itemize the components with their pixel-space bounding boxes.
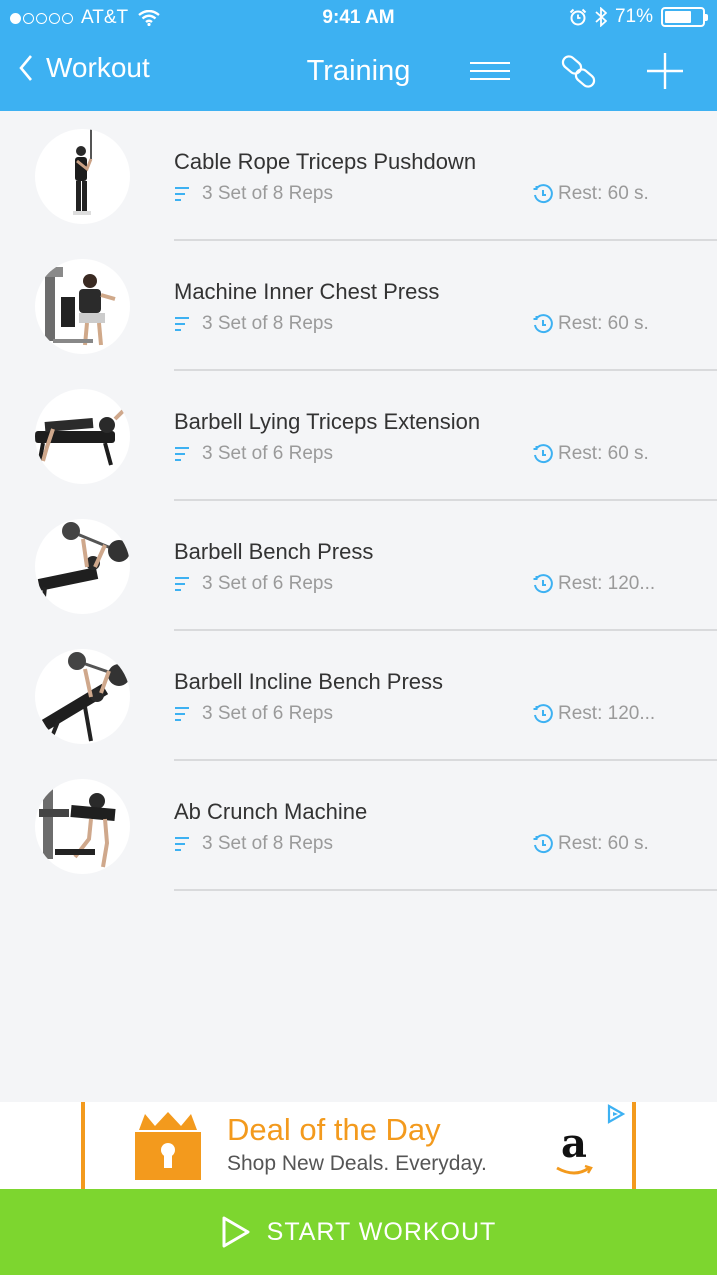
link-icon[interactable] [560,54,598,95]
list-item[interactable]: Cable Rope Triceps Pushdown 3 Set of 8 R… [0,111,717,241]
exercise-thumbnail [35,389,130,484]
battery-percent: 71% [614,6,653,27]
rest-label: Rest: 60 s. [558,833,649,854]
rest-label: Rest: 60 s. [558,313,649,334]
exercise-name: Barbell Bench Press [174,539,374,564]
exercise-name: Machine Inner Chest Press [174,279,440,304]
sets-list-icon [175,837,189,851]
exercise-thumbnail [35,649,130,744]
deal-box-icon [135,1112,201,1180]
start-workout-button[interactable]: START WORKOUT [0,1189,717,1275]
list-item[interactable]: Machine Inner Chest Press 3 Set of 8 Rep… [0,241,717,371]
sets-list-icon [175,187,189,201]
exercise-name: Barbell Incline Bench Press [174,669,444,694]
rest-label: Rest: 120... [558,703,656,724]
rest-label: Rest: 60 s. [558,183,649,204]
exercise-list: Cable Rope Triceps Pushdown 3 Set of 8 R… [0,111,717,891]
page-title: Training [0,55,717,88]
sets-info: 3 Set of 6 Reps [174,443,333,465]
amazon-smile-icon [556,1164,593,1175]
exercise-name: Cable Rope Triceps Pushdown [174,149,477,174]
ad-banner[interactable]: Deal of the Day Shop New Deals. Everyday… [81,1102,636,1189]
sets-label: 3 Set of 8 Reps [202,833,333,854]
rest-timer-icon [533,444,553,464]
list-item[interactable]: Barbell Incline Bench Press 3 Set of 6 R… [0,631,717,761]
sets-info: 3 Set of 8 Reps [174,833,333,855]
nav-header: AT&T 9:41 AM 71% Workout Training [0,0,717,111]
rest-timer-icon [533,574,553,594]
list-item[interactable]: Ab Crunch Machine 3 Set of 8 Reps Rest: … [0,761,717,891]
rest-info: Rest: 60 s. [532,443,649,465]
plus-icon[interactable] [646,52,684,95]
sets-label: 3 Set of 6 Reps [202,443,333,464]
exercise-thumbnail [35,519,130,614]
list-item[interactable]: Barbell Bench Press 3 Set of 6 Reps Rest… [0,501,717,631]
sets-label: 3 Set of 8 Reps [202,313,333,334]
rest-info: Rest: 60 s. [532,313,649,335]
adchoices-icon[interactable] [606,1104,626,1124]
rest-label: Rest: 120... [558,573,656,594]
list-icon[interactable] [470,60,510,87]
rest-timer-icon [533,184,553,204]
sets-label: 3 Set of 6 Reps [202,573,333,594]
sets-list-icon [175,317,189,331]
rest-label: Rest: 60 s. [558,443,649,464]
sets-label: 3 Set of 6 Reps [202,703,333,724]
ad-banner-area: Deal of the Day Shop New Deals. Everyday… [0,1102,717,1189]
sets-list-icon [175,447,189,461]
amazon-logo-letter: a [561,1120,587,1167]
page-title-text: Training [306,55,411,87]
exercise-thumbnail [35,129,130,224]
battery-level [665,11,691,23]
rest-info: Rest: 120... [532,573,655,595]
start-workout-label: START WORKOUT [266,1217,497,1246]
rest-info: Rest: 60 s. [532,833,649,855]
rest-timer-icon [533,704,553,724]
alarm-icon [569,8,587,26]
ad-title: Deal of the Day [227,1112,441,1147]
sets-info: 3 Set of 6 Reps [174,703,333,725]
exercise-name: Barbell Lying Triceps Extension [174,409,481,434]
battery-icon [661,7,708,27]
sets-info: 3 Set of 8 Reps [174,313,333,335]
rest-info: Rest: 120... [532,703,655,725]
sets-info: 3 Set of 8 Reps [174,183,333,205]
bluetooth-icon [595,7,607,27]
sets-list-icon [175,707,189,721]
rest-info: Rest: 60 s. [532,183,649,205]
list-item[interactable]: Barbell Lying Triceps Extension 3 Set of… [0,371,717,501]
exercise-thumbnail [35,259,130,354]
rest-timer-icon [533,314,553,334]
play-icon [222,1216,250,1248]
status-bar: AT&T 9:41 AM 71% [0,0,717,36]
sets-info: 3 Set of 6 Reps [174,573,333,595]
exercise-thumbnail [35,779,130,874]
sets-label: 3 Set of 8 Reps [202,183,333,204]
status-right: 71% [569,6,708,28]
rest-timer-icon [533,834,553,854]
exercise-name: Ab Crunch Machine [174,799,368,824]
amazon-logo: a [556,1120,593,1175]
sets-list-icon [175,577,189,591]
row-divider [174,889,717,891]
ad-subtitle: Shop New Deals. Everyday. [227,1152,487,1175]
